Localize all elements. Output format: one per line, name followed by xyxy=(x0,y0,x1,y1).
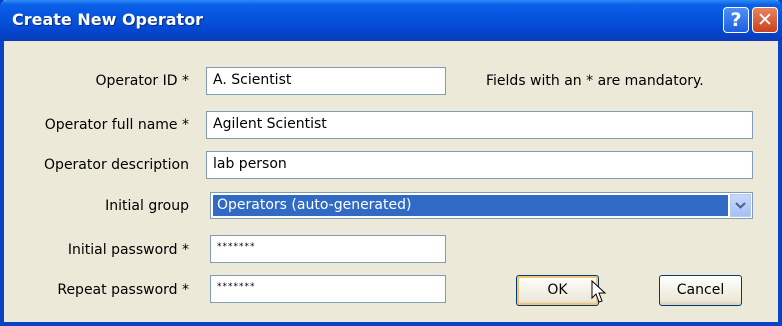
dropdown-button[interactable] xyxy=(730,194,751,217)
cancel-button[interactable]: Cancel xyxy=(659,275,742,306)
help-button[interactable]: ? xyxy=(723,7,749,33)
operator-id-field[interactable]: A. Scientist xyxy=(206,67,446,95)
description-field[interactable]: lab person xyxy=(206,151,753,179)
dialog-window: Create New Operator ? ✕ Operator ID * A.… xyxy=(0,0,782,326)
repeat-password-label: Repeat password * xyxy=(57,282,189,298)
repeat-password-field[interactable]: ******* xyxy=(210,275,446,303)
initial-group-select[interactable]: Operators (auto-generated) xyxy=(210,192,753,219)
close-icon: ✕ xyxy=(757,9,773,31)
ok-button[interactable]: OK xyxy=(516,275,599,306)
mandatory-note: Fields with an * are mandatory. xyxy=(486,73,704,89)
initial-group-value: Operators (auto-generated) xyxy=(213,195,728,216)
initial-password-field[interactable]: ******* xyxy=(210,235,446,263)
full-name-label: Operator full name * xyxy=(44,117,189,133)
title-bar[interactable]: Create New Operator ? ✕ xyxy=(0,0,782,41)
operator-id-label: Operator ID * xyxy=(95,73,189,89)
dialog-title: Create New Operator xyxy=(12,10,204,29)
initial-group-label: Initial group xyxy=(105,198,189,214)
description-label: Operator description xyxy=(44,157,189,173)
mouse-pointer-icon xyxy=(591,280,607,303)
close-button[interactable]: ✕ xyxy=(752,7,778,33)
chevron-down-icon xyxy=(735,202,746,209)
initial-password-label: Initial password * xyxy=(67,242,189,258)
full-name-field[interactable]: Agilent Scientist xyxy=(206,111,753,139)
help-icon: ? xyxy=(730,9,742,31)
